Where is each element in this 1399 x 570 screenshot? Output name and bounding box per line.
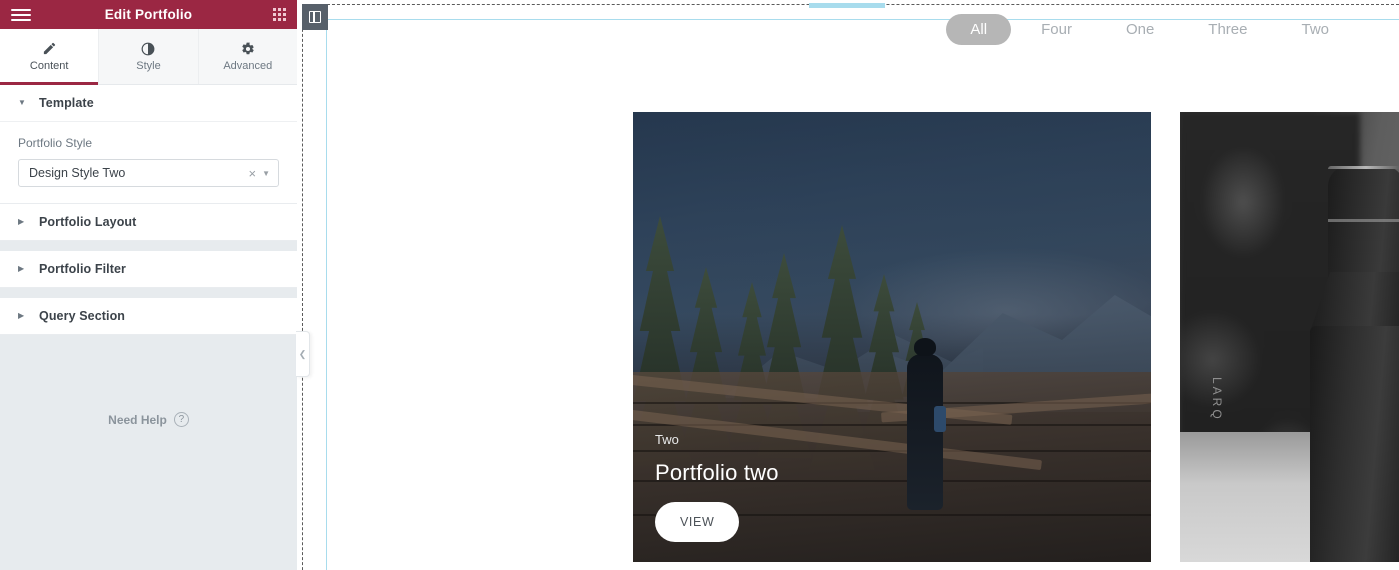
tab-advanced-label: Advanced (223, 60, 273, 72)
chevron-down-icon: ▼ (18, 98, 26, 107)
portfolio-item-2[interactable]: LARQ (1180, 112, 1399, 562)
filter-two[interactable]: Two (1277, 14, 1353, 45)
section-template-header[interactable]: ▼ Template (0, 85, 297, 121)
panel-title: Edit Portfolio (104, 7, 193, 22)
portfolio-filter-tabs: All Four One Three Two (946, 14, 1353, 45)
editor-canvas: All Four One Three Two Two Portfolio two… (297, 0, 1399, 570)
section-portfolio-layout: ▶ Portfolio Layout (0, 204, 297, 241)
portfolio-item-1-overlay: Two Portfolio two VIEW (655, 432, 1129, 542)
panel-header: Edit Portfolio (0, 0, 297, 29)
portfolio-image-bottle: LARQ (1180, 112, 1399, 562)
hamburger-icon[interactable] (11, 8, 31, 21)
section-query-header[interactable]: ▶ Query Section (0, 298, 297, 334)
portfolio-style-label: Portfolio Style (18, 136, 93, 150)
tab-content-label: Content (29, 60, 69, 72)
section-query-title: Query Section (39, 309, 126, 323)
grid-apps-icon[interactable] (273, 8, 286, 21)
section-template-body: Portfolio Style Design Style Two × ▼ (0, 121, 297, 203)
section-portfolio-filter: ▶ Portfolio Filter (0, 251, 297, 288)
chevron-right-icon: ▶ (18, 264, 25, 273)
filter-one[interactable]: One (1102, 14, 1178, 45)
panel-tabs: Content Style Advanced (0, 29, 297, 85)
question-mark-circle-icon[interactable]: ? (173, 412, 189, 427)
portfolio-item-1[interactable]: Two Portfolio two VIEW (633, 112, 1151, 562)
portfolio-grid: Two Portfolio two VIEW LARQ (633, 112, 1399, 562)
section-portfolio-layout-header[interactable]: ▶ Portfolio Layout (0, 204, 297, 240)
need-help-label: Need Help (108, 412, 167, 427)
section-template-title: Template (39, 96, 94, 110)
gear-icon (241, 41, 255, 56)
section-drag-handle[interactable] (809, 3, 885, 8)
portfolio-item-1-view-button[interactable]: VIEW (655, 502, 740, 542)
tab-content[interactable]: Content (0, 29, 100, 85)
elementor-editor-window: Edit Portfolio Content Style Advanced ▼ … (0, 0, 1399, 570)
tab-style-label: Style (136, 60, 161, 72)
section-portfolio-filter-header[interactable]: ▶ Portfolio Filter (0, 251, 297, 287)
clear-icon[interactable]: × (242, 166, 262, 181)
tab-advanced[interactable]: Advanced (198, 29, 297, 84)
chevron-right-icon: ▶ (18, 217, 25, 226)
half-circle-contrast-icon (141, 41, 155, 56)
portfolio-item-2-brand-text: LARQ (1210, 377, 1224, 422)
need-help[interactable]: Need Help ? (0, 345, 297, 427)
portfolio-style-select[interactable]: Design Style Two × ▼ (18, 159, 279, 187)
chevron-down-icon[interactable]: ▼ (262, 169, 270, 178)
section-portfolio-layout-title: Portfolio Layout (39, 215, 137, 229)
portfolio-item-1-category: Two (655, 432, 679, 447)
portfolio-item-1-title: Portfolio two (655, 460, 779, 485)
filter-four[interactable]: Four (1017, 14, 1096, 45)
editor-sidebar-panel: Edit Portfolio Content Style Advanced ▼ … (0, 0, 310, 570)
chevron-right-icon: ▶ (18, 311, 25, 320)
section-query: ▶ Query Section (0, 298, 297, 335)
panel-collapse-handle[interactable]: ❮ (296, 331, 310, 377)
filter-three[interactable]: Three (1184, 14, 1271, 45)
pencil-icon (42, 41, 57, 56)
panel-content-body: ▼ Template Portfolio Style Design Style … (0, 85, 297, 570)
portfolio-style-value: Design Style Two (29, 166, 126, 180)
tab-style[interactable]: Style (99, 29, 199, 84)
section-template: ▼ Template Portfolio Style Design Style … (0, 85, 297, 204)
panel-layout-icon[interactable] (302, 4, 328, 30)
filter-all[interactable]: All (946, 14, 1012, 45)
section-portfolio-filter-title: Portfolio Filter (39, 262, 127, 276)
